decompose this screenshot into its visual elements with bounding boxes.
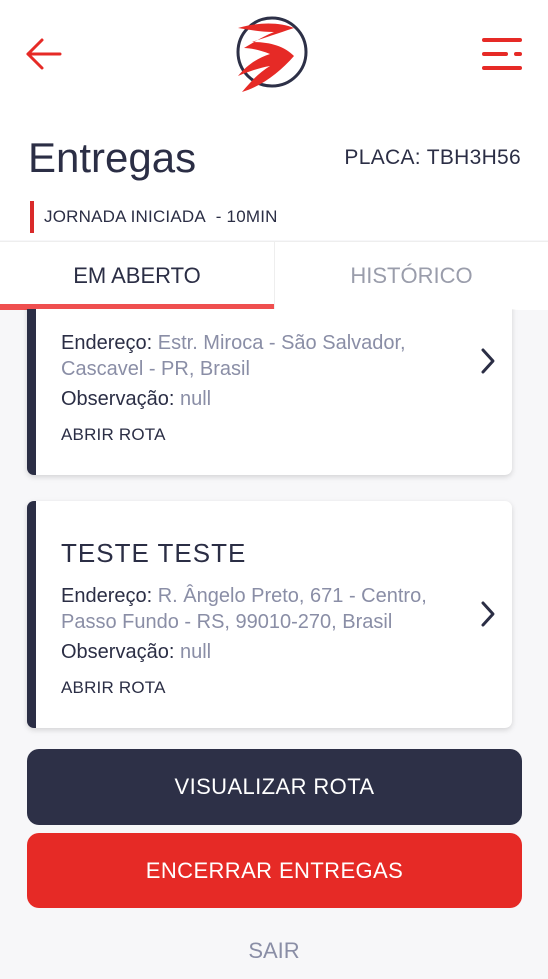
chevron-right-icon[interactable] (478, 599, 498, 629)
address-label: Endereço: (61, 332, 153, 354)
vehicle-plate: PLACA: TBH3H56 (344, 146, 521, 170)
brand-logo (230, 14, 310, 94)
note-line: Observação: null (61, 386, 451, 412)
delivery-card[interactable]: Endereço: Estr. Miroca - São Salvador, C… (27, 309, 512, 475)
delivery-card[interactable]: TESTE TESTE Endereço: R. Ângelo Preto, 6… (27, 501, 512, 728)
note-line: Observação: null (61, 639, 451, 665)
end-deliveries-button[interactable]: ENCERRAR ENTREGAS (27, 833, 522, 908)
tab-history[interactable]: HISTÓRICO (274, 242, 548, 310)
note-label: Observação: (61, 388, 175, 410)
page-title: Entregas (28, 134, 197, 181)
open-route-link[interactable]: ABRIR ROTA (61, 425, 166, 445)
address-line-1: Endereço: R. Ângelo Preto, 671 - Centro, (61, 583, 451, 609)
exit-link[interactable]: SAIR (0, 938, 548, 964)
customer-name: TESTE TESTE (61, 538, 247, 568)
note-value: null (179, 641, 212, 663)
address-line-2: Cascavel - PR, Brasil (61, 358, 250, 380)
plate-label: PLACA: (344, 146, 421, 169)
journey-time: 10MIN (226, 207, 278, 226)
back-arrow-icon[interactable] (24, 36, 64, 72)
plate-value: TBH3H56 (426, 146, 521, 169)
note-value: null (179, 388, 212, 410)
tab-bar: EM ABERTO HISTÓRICO (0, 241, 548, 310)
delivery-list[interactable]: Endereço: Estr. Miroca - São Salvador, C… (0, 309, 548, 739)
journey-separator: - (205, 207, 227, 226)
address-value: Estr. Miroca - São Salvador, (157, 332, 406, 354)
address-value: R. Ângelo Preto, 671 - Centro, (157, 585, 427, 607)
view-route-button[interactable]: VISUALIZAR ROTA (27, 749, 522, 825)
journey-status-text: JORNADA INICIADA (44, 207, 206, 226)
menu-icon[interactable] (480, 36, 524, 76)
address-line-1: Endereço: Estr. Miroca - São Salvador, (61, 330, 451, 356)
open-route-link[interactable]: ABRIR ROTA (61, 678, 166, 698)
tab-open[interactable]: EM ABERTO (0, 242, 274, 310)
app-header: Entregas PLACA: TBH3H56 JORNADA INICIADA… (0, 0, 548, 240)
journey-status: JORNADA INICIADA - 10MIN (30, 201, 278, 233)
address-label: Endereço: (61, 585, 153, 607)
address-line-2: Passo Fundo - RS, 99010-270, Brasil (61, 611, 393, 633)
note-label: Observação: (61, 641, 175, 663)
chevron-right-icon[interactable] (478, 346, 498, 376)
